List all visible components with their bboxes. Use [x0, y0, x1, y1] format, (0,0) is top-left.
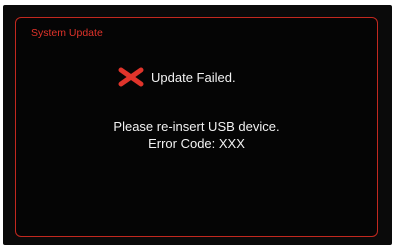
status-row: Update Failed. — [118, 67, 236, 87]
message-line-1: Please re-insert USB device. — [113, 119, 280, 134]
device-screen: System Update Update Failed. Please re-i… — [3, 5, 392, 245]
dialog-title: System Update — [31, 27, 103, 39]
x-mark-icon — [118, 67, 144, 87]
error-code-text: Error Code: XXX — [148, 136, 245, 151]
status-text: Update Failed. — [151, 69, 236, 85]
system-update-dialog: System Update Update Failed. Please re-i… — [15, 17, 378, 237]
